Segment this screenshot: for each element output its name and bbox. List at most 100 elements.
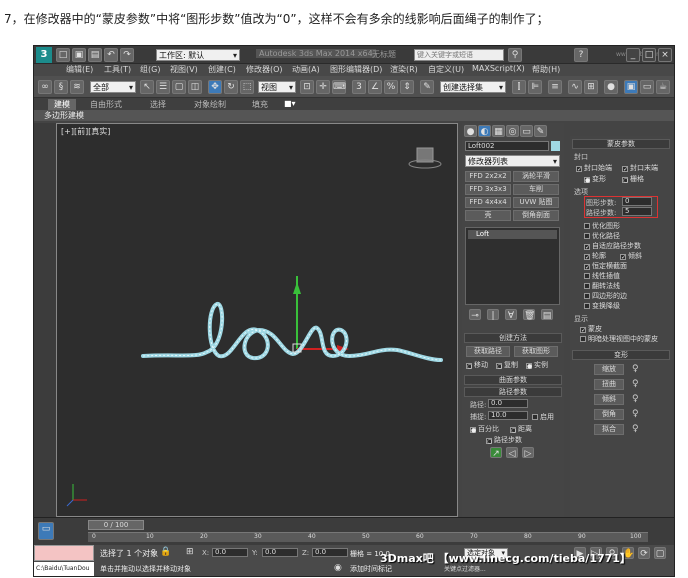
move-radio[interactable]: ○ 移动: [466, 360, 488, 370]
minimize-icon[interactable]: _: [626, 48, 640, 62]
binoculars-icon[interactable]: ⚲: [508, 48, 522, 62]
keyboard-shortcut-icon[interactable]: ⌨: [332, 80, 346, 94]
tab-modeling[interactable]: 建模: [48, 99, 76, 110]
ffd-3x3x3-button[interactable]: FFD 3x3x3: [465, 184, 511, 195]
shell-button[interactable]: 壳: [465, 210, 511, 221]
z-coord-field[interactable]: 0.0: [312, 548, 348, 557]
select-object-icon[interactable]: ↖: [140, 80, 154, 94]
path-steps-radio[interactable]: ○ 路径步数: [486, 435, 522, 445]
skin-shaded-checkbox[interactable]: 明暗处理视图中的蒙皮: [580, 334, 658, 344]
render-setup-icon[interactable]: ▣: [624, 80, 638, 94]
prev-shape-icon[interactable]: ◁: [506, 447, 518, 459]
material-editor-icon[interactable]: ●: [604, 80, 618, 94]
open-icon[interactable]: ▣: [72, 48, 86, 62]
mirror-icon[interactable]: ⫿: [512, 80, 526, 94]
ffd-4x4x4-button[interactable]: FFD 4x4x4: [465, 197, 511, 208]
front-viewport[interactable]: [+][前][真实]: [56, 123, 458, 517]
twist-bulb-icon[interactable]: ♀: [632, 379, 639, 389]
scale-icon[interactable]: ⬚: [240, 80, 254, 94]
edit-named-sel-icon[interactable]: ✎: [420, 80, 434, 94]
max-logo-icon[interactable]: 3: [36, 47, 52, 63]
layer-icon[interactable]: ≡: [548, 80, 562, 94]
menu-graph-editors[interactable]: 图形编辑器(D): [330, 64, 382, 75]
search-input[interactable]: 键入关键字或短语: [414, 49, 504, 61]
lock-icon[interactable]: 🔒: [160, 547, 171, 557]
surface-params-header[interactable]: 曲面参数: [464, 375, 562, 385]
fit-deform-button[interactable]: 拟合: [594, 424, 624, 435]
skin-checkbox[interactable]: ✓ 蒙皮: [580, 324, 602, 334]
redo-icon[interactable]: ↷: [120, 48, 134, 62]
selection-filter-dropdown[interactable]: 全部: [90, 81, 136, 93]
remove-modifier-icon[interactable]: 🗑: [523, 309, 535, 321]
get-path-button[interactable]: 获取路径: [466, 346, 510, 357]
select-by-name-icon[interactable]: ☰: [156, 80, 170, 94]
hierarchy-tab-icon[interactable]: ▦: [492, 125, 505, 137]
percent-radio[interactable]: ● 百分比: [470, 424, 499, 434]
help-icon[interactable]: ?: [574, 48, 588, 62]
make-unique-icon[interactable]: ∀: [505, 309, 517, 321]
menu-maxscript[interactable]: MAXScript(X): [472, 64, 525, 73]
polygon-modeling-label[interactable]: 多边形建模: [44, 110, 84, 121]
scale-bulb-icon[interactable]: ♀: [632, 364, 639, 374]
scale-deform-button[interactable]: 缩放: [594, 364, 624, 375]
next-shape-icon[interactable]: ▷: [522, 447, 534, 459]
configure-sets-icon[interactable]: ▤: [541, 309, 553, 321]
manipulate-icon[interactable]: ✛: [316, 80, 330, 94]
flip-normals-checkbox[interactable]: 翻转法线: [584, 281, 620, 291]
tab-populate[interactable]: 填充: [252, 99, 268, 110]
grid-radio[interactable]: ○ 栅格: [622, 174, 644, 184]
pivot-icon[interactable]: ⊡: [300, 80, 314, 94]
optimize-path-checkbox[interactable]: 优化路径: [584, 231, 620, 241]
transform-degrade-checkbox[interactable]: 变换降级: [584, 301, 620, 311]
teeter-deform-button[interactable]: 倾斜: [594, 394, 624, 405]
quad-sides-checkbox[interactable]: 四边形的边: [584, 291, 627, 301]
transform-mode-icon[interactable]: ⊞: [186, 547, 194, 557]
curve-editor-icon[interactable]: ∿: [568, 80, 582, 94]
maximize-icon[interactable]: □: [642, 48, 656, 62]
window-crossing-icon[interactable]: ◫: [188, 80, 202, 94]
rotate-icon[interactable]: ↻: [224, 80, 238, 94]
schematic-icon[interactable]: ⊞: [584, 80, 598, 94]
menu-edit[interactable]: 编辑(E): [66, 64, 93, 75]
bevel-profile-button[interactable]: 倒角剖面: [513, 210, 559, 221]
shape-steps-field[interactable]: 0: [622, 197, 652, 206]
enable-checkbox[interactable]: 启用: [532, 412, 554, 422]
reference-coord-dropdown[interactable]: 视图: [258, 81, 296, 93]
path-params-header[interactable]: 路径参数: [464, 387, 562, 397]
workspace-dropdown[interactable]: 工作区: 默认: [156, 49, 240, 61]
spinner-snap-icon[interactable]: ⇕: [400, 80, 414, 94]
ffd-2x2x2-button[interactable]: FFD 2x2x2: [465, 171, 511, 182]
morph-radio[interactable]: ● 变形: [584, 174, 606, 184]
optimize-shapes-checkbox[interactable]: 优化图形: [584, 221, 620, 231]
path-steps-field[interactable]: 5: [622, 207, 652, 216]
maximize-viewport-icon[interactable]: ▢: [654, 547, 666, 559]
menu-views[interactable]: 视图(V): [170, 64, 198, 75]
move-icon[interactable]: ✥: [208, 80, 222, 94]
bind-space-warp-icon[interactable]: ≋: [70, 80, 84, 94]
pin-stack-icon[interactable]: ⊸: [469, 309, 481, 321]
creation-method-header[interactable]: 创建方法: [464, 333, 562, 343]
bevel-bulb-icon[interactable]: ♀: [632, 409, 639, 419]
new-icon[interactable]: □: [56, 48, 70, 62]
cap-start-checkbox[interactable]: ✓ 封口始端: [576, 163, 612, 173]
uvw-map-button[interactable]: UVW 贴图: [513, 197, 559, 208]
display-tab-icon[interactable]: ▭: [520, 125, 533, 137]
instance-radio[interactable]: ● 实例: [526, 360, 548, 370]
deformations-header[interactable]: 变形: [572, 350, 670, 360]
linear-interpolation-checkbox[interactable]: 线性插值: [584, 271, 620, 281]
cap-end-checkbox[interactable]: ✓ 封口末端: [622, 163, 658, 173]
unlink-icon[interactable]: §: [54, 80, 68, 94]
utilities-tab-icon[interactable]: ✎: [534, 125, 547, 137]
tab-freeform[interactable]: 自由形式: [90, 99, 122, 110]
path-value-field[interactable]: 0.0: [488, 399, 528, 408]
banking-checkbox[interactable]: ✓ 倾斜: [620, 251, 642, 261]
undo-icon[interactable]: ↶: [104, 48, 118, 62]
menu-customize[interactable]: 自定义(U): [428, 64, 464, 75]
percent-snap-icon[interactable]: %: [384, 80, 398, 94]
rendered-frame-icon[interactable]: ▭: [640, 80, 654, 94]
show-end-result-icon[interactable]: |: [487, 309, 499, 321]
mini-curve-editor-icon[interactable]: ▭: [38, 522, 54, 540]
menu-tools[interactable]: 工具(T): [104, 64, 131, 75]
motion-tab-icon[interactable]: ◎: [506, 125, 519, 137]
distance-radio[interactable]: ○ 距离: [510, 424, 532, 434]
